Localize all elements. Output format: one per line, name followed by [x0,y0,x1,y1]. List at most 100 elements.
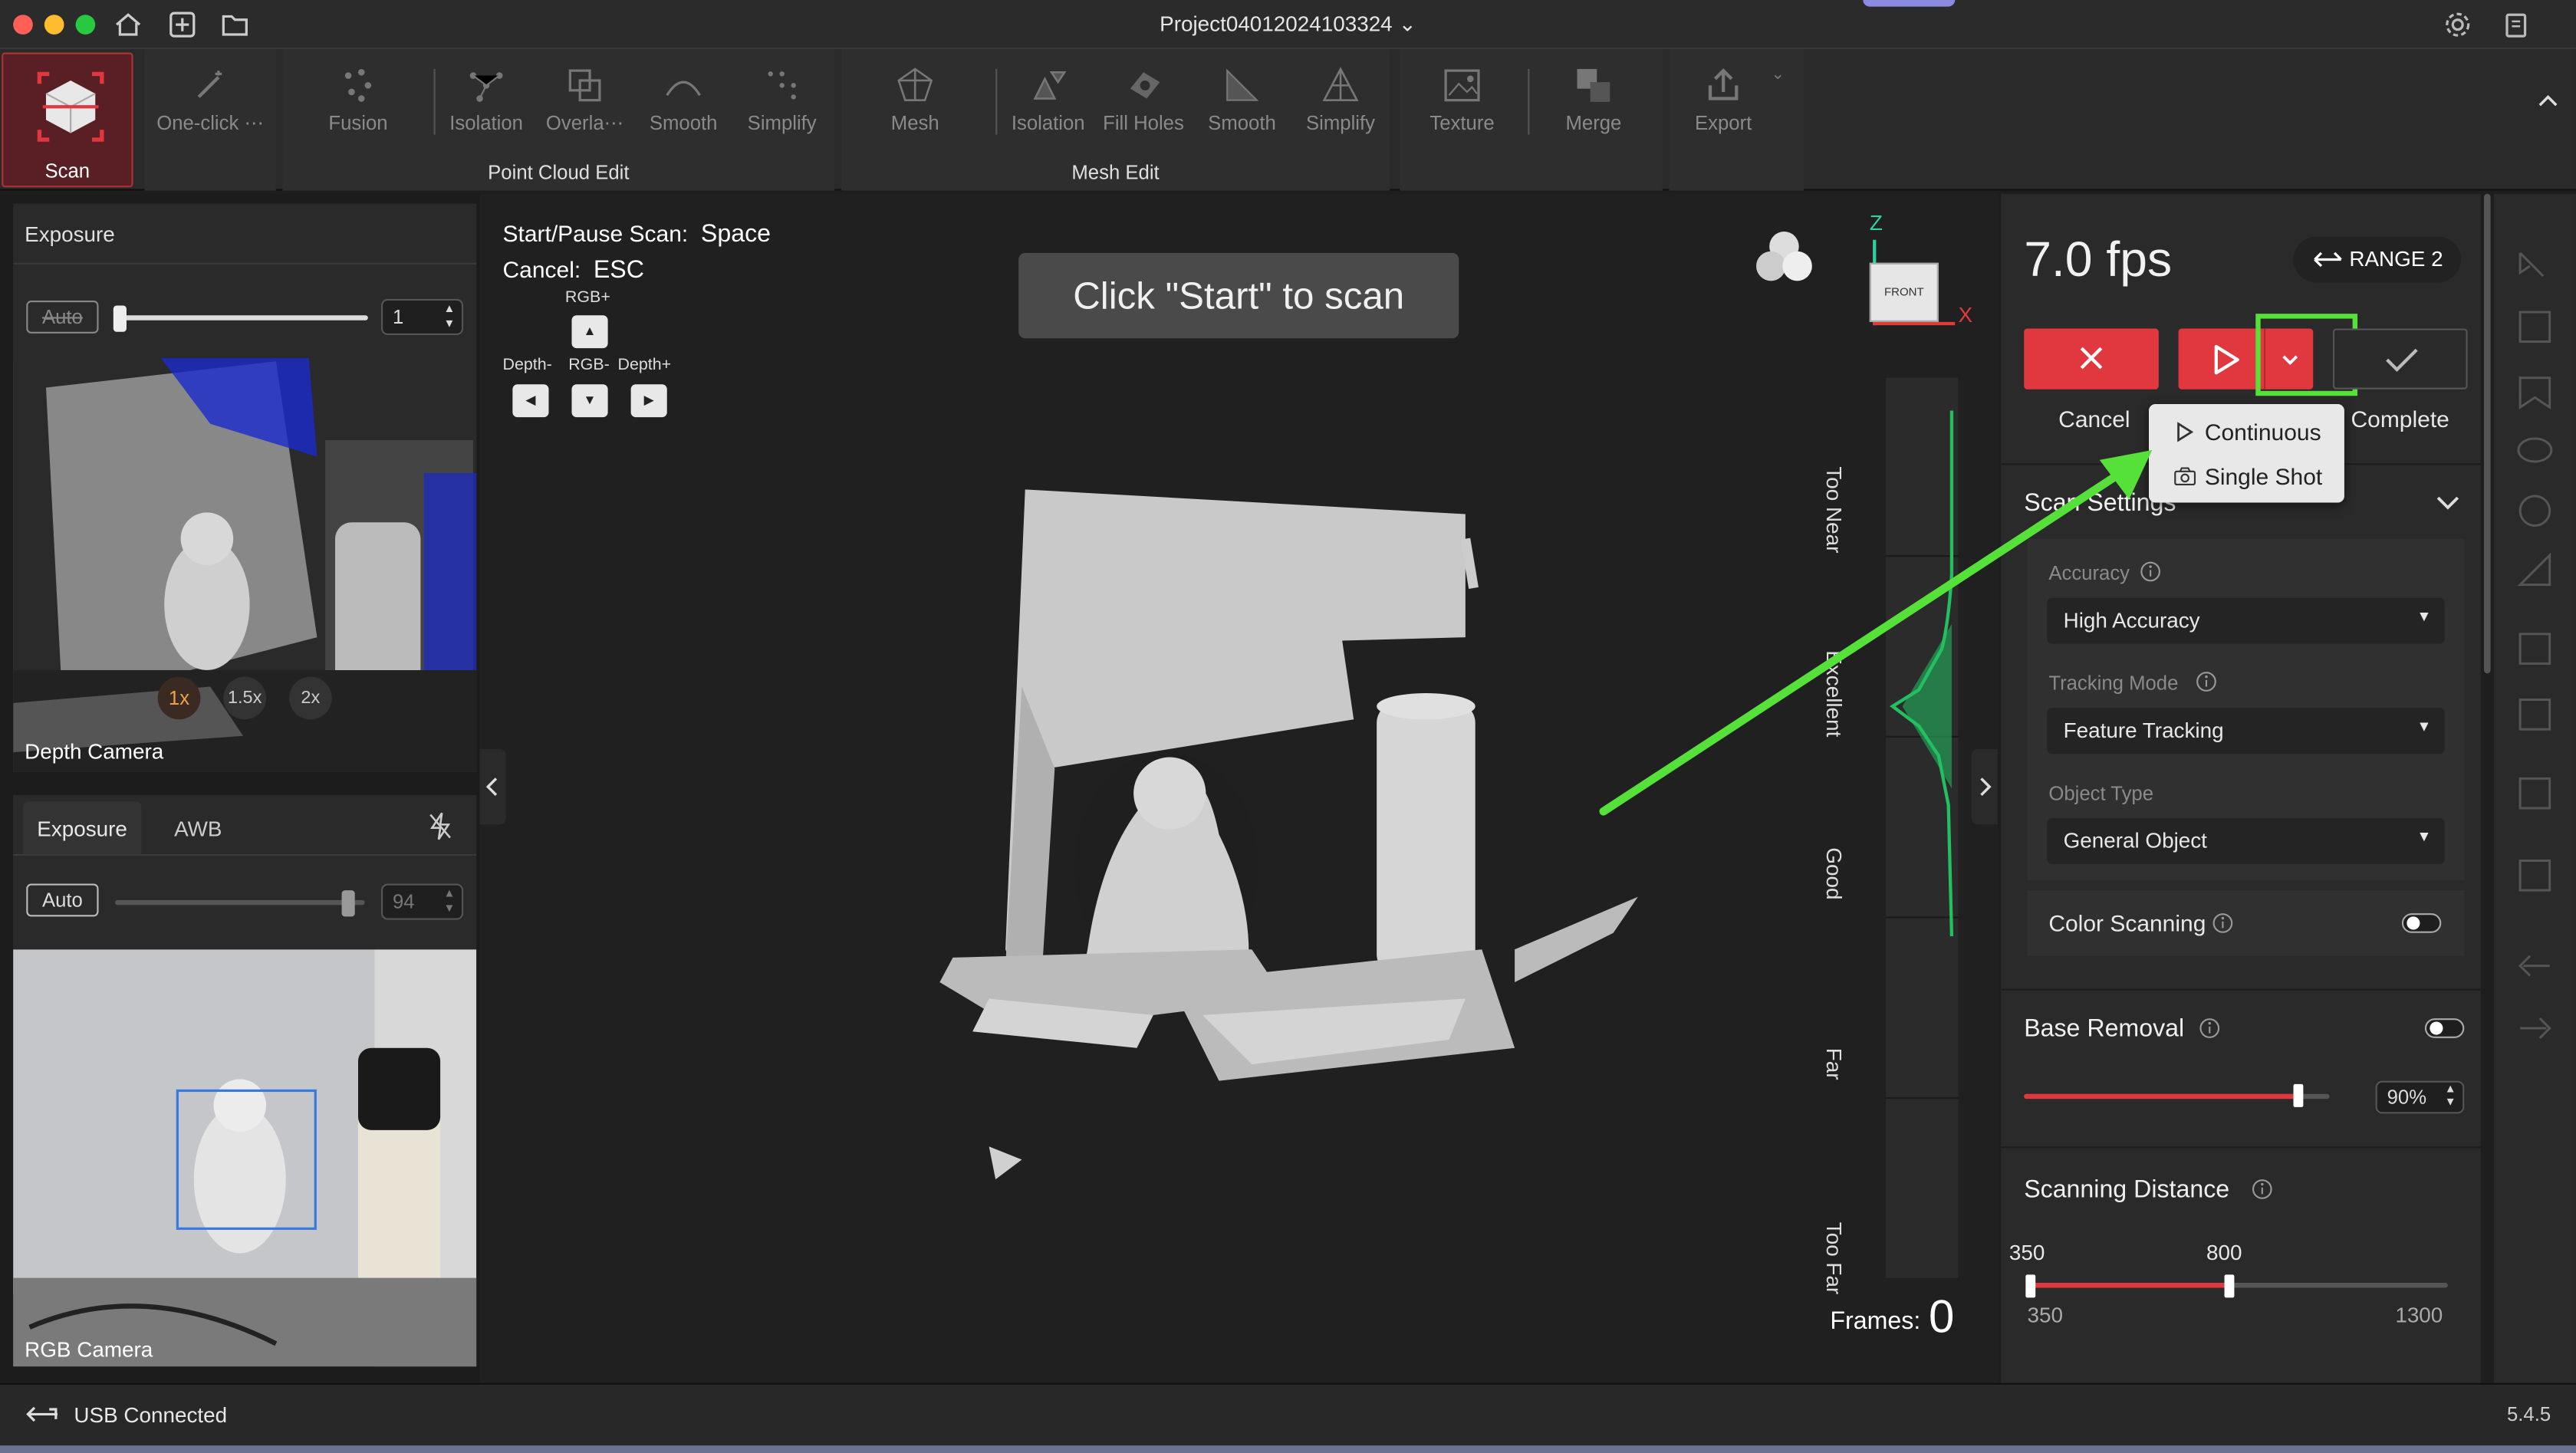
cancel-scan-button[interactable] [2024,328,2159,390]
oneclick-group: One-click ⋯ [144,49,276,191]
frames-label: Frames: [1830,1307,1921,1336]
export-tool[interactable]: Export [1669,49,1777,164]
distance-range-max: 1300 [2395,1302,2443,1327]
play-icon [2214,344,2239,375]
key-depth-minus-label: Depth- [502,356,552,375]
divider [13,262,477,265]
stepper-arrows-icon[interactable]: ▲ ▼ [444,302,456,332]
fusion-icon [344,68,372,102]
pc-simplify-label: Simplify [747,111,817,135]
title-bar: Project04012024103324 ⌄ [0,0,2576,50]
oneclick-tool[interactable]: One-click ⋯ [145,49,276,164]
notch-indicator [1863,0,1956,7]
distance-max-handle[interactable] [2224,1274,2235,1298]
notes-icon[interactable] [2502,10,2532,40]
axis-x-label: X [1958,302,1973,327]
rgb-camera-feed: RGB Camera [13,949,477,1367]
base-removal-input[interactable]: 90% ▲ ▼ [2375,1080,2465,1114]
rgb-exposure-slider[interactable] [114,899,365,906]
usb-status: USB Connected [74,1402,228,1428]
depth-camera-label: Depth Camera [25,738,164,764]
depth-auto-button[interactable]: Auto [26,301,99,334]
base-removal-toggle[interactable] [2424,1018,2465,1038]
shortcut-cancel: Cancel: ESC [503,256,644,284]
rgb-exposure-slider-handle[interactable] [342,890,356,917]
view-cube[interactable]: FRONT [1869,262,1939,322]
scan-tool-label: Scan [44,159,90,182]
merge-tool[interactable]: Merge [1538,49,1650,164]
fps-readout: 7.0 fps [2024,233,2173,288]
mesh-isolation-label: Isolation [1011,111,1085,135]
panel-scrollbar[interactable] [2484,193,2491,674]
fill-holes-tool[interactable]: Fill Holes [1097,49,1189,164]
simplify-icon [768,71,796,100]
fill-holes-label: Fill Holes [1103,111,1184,135]
shortcut-cancel-key: Cancel: [502,256,581,283]
info-icon[interactable] [2211,912,2234,935]
distance-min-handle[interactable] [2025,1274,2036,1298]
depth-exposure-input[interactable]: 1 ▲ ▼ [380,298,464,336]
collapse-toolbar-chevron-up-icon[interactable] [2537,92,2560,108]
key-left-icon[interactable]: ◀ [512,384,549,418]
scan-settings-chevron-down-icon[interactable] [2435,493,2461,513]
stepper-arrows-icon[interactable]: ▲ ▼ [444,887,456,917]
zoom-1x-button[interactable]: 1x [157,676,201,720]
info-icon[interactable] [2198,1017,2221,1040]
texture-tool[interactable]: Texture [1406,49,1518,164]
rgb-auto-button[interactable]: Auto [26,883,99,917]
key-up-icon[interactable]: ▲ [571,315,608,349]
pc-simplify-tool[interactable]: Simplify [736,49,828,164]
rgb-exposure-value: 94 [392,890,415,914]
key-right-icon[interactable]: ▶ [630,384,667,418]
base-removal-label: Base Removal [2024,1014,2185,1044]
single-shot-option[interactable]: Single Shot [2149,455,2344,498]
scan-tool-button[interactable]: Scan [2,52,133,188]
export-label: Export [1695,111,1752,135]
distance-high-value: 800 [2206,1240,2242,1265]
info-icon[interactable] [2195,670,2218,693]
mesh-isolation-tool[interactable]: Isolation [1002,49,1094,164]
close-icon [2080,347,2103,370]
zoom-2x-button[interactable]: 2x [289,676,332,720]
awb-tab[interactable]: AWB [174,817,222,841]
mesh-tool[interactable]: Mesh [861,49,969,164]
shortcut-cancel-value: ESC [593,256,644,284]
shortcut-start: Start/Pause Scan: Space [503,220,771,248]
point-cloud-model[interactable] [923,457,1663,1180]
point-cloud-edit-label: Point Cloud Edit [488,160,630,184]
rgb-exposure-tab[interactable]: Exposure [22,801,142,854]
play-icon [2177,422,2193,442]
pc-isolation-tool[interactable]: Isolation [440,49,532,164]
rgb-exposure-box: Exposure AWB Auto 94 ▲ ▼ [13,794,477,950]
base-removal-slider-handle[interactable] [2294,1083,2305,1107]
zoom-1.5x-button[interactable]: 1.5x [223,676,267,720]
rgb-exposure-input[interactable]: 94 ▲ ▼ [380,883,464,920]
gear-icon[interactable] [2443,10,2472,40]
mesh-smooth-tool[interactable]: Smooth [1196,49,1288,164]
rgb-camera-image [13,949,477,1367]
flash-off-icon[interactable] [427,811,453,841]
color-scanning-toggle[interactable] [2401,913,2442,933]
complete-scan-button[interactable] [2332,328,2468,390]
key-down-icon[interactable]: ▼ [571,384,608,418]
chevron-down-icon: ⌄ [1398,11,1416,37]
overlap-icon [568,69,601,102]
info-icon[interactable] [2251,1178,2274,1201]
export-chevron-down-icon[interactable]: ⌄ [1771,66,1785,84]
pc-smooth-tool[interactable]: Smooth [637,49,729,164]
continuous-option[interactable]: Continuous [2149,411,2344,454]
color-circles-icon[interactable] [1753,227,1815,286]
project-title[interactable]: Project04012024103324 ⌄ [0,12,2576,38]
axis-gizmo[interactable]: Z X FRONT [1853,207,1984,345]
fusion-tool[interactable]: Fusion [292,49,423,164]
depth-exposure-slider-handle[interactable] [113,305,127,332]
base-removal-value: 90% [2387,1085,2427,1109]
depth-exposure-slider[interactable] [118,315,368,321]
right-tool-strip [2493,193,2576,1383]
mesh-simplify-tool[interactable]: Simplify [1295,49,1387,164]
range-button[interactable]: RANGE 2 [2293,236,2462,283]
collapse-left-panel-button[interactable] [479,748,506,825]
point-cloud-edit-group: Fusion Isolation Overla⋯ Smooth Simplify… [282,49,835,191]
stepper-arrows-icon[interactable]: ▲ ▼ [2445,1084,2456,1110]
overlap-tool[interactable]: Overla⋯ [539,49,631,164]
